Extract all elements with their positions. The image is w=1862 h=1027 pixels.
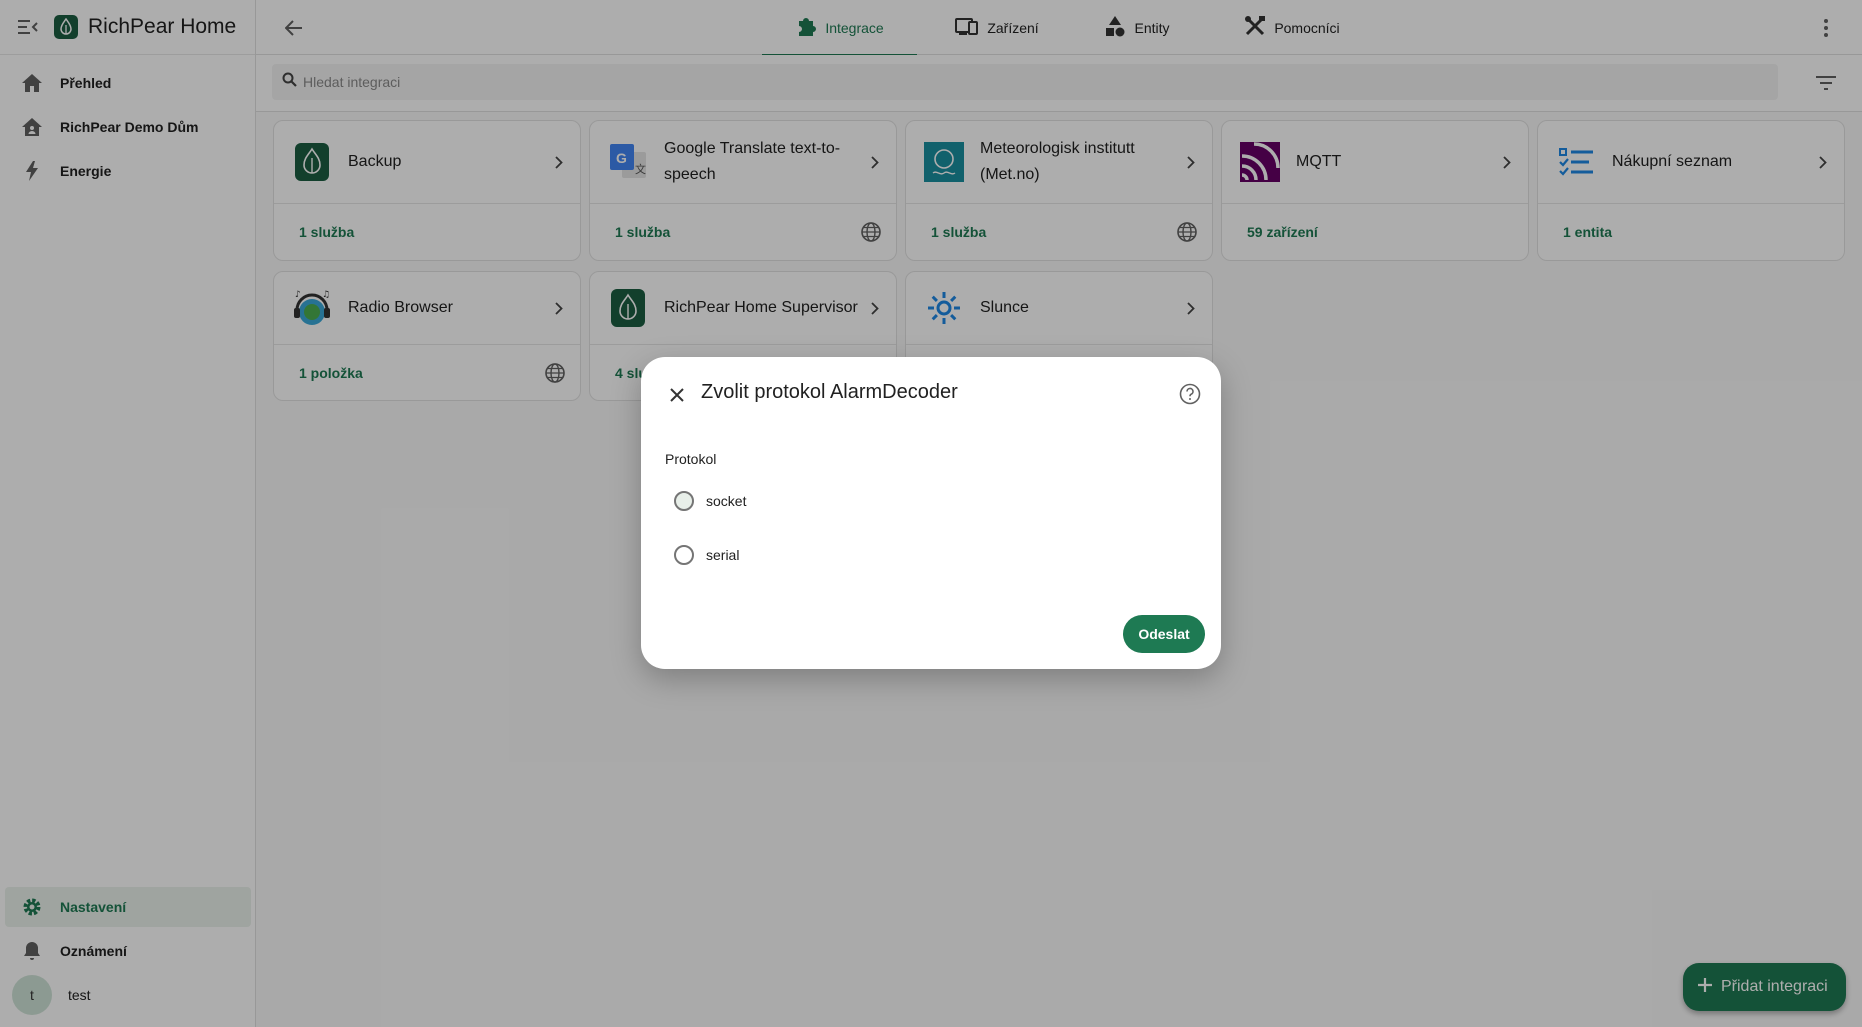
radio-socket[interactable]: [674, 491, 694, 511]
radio-option-serial[interactable]: serial: [674, 545, 739, 565]
protocol-label: Protokol: [665, 451, 717, 467]
help-icon[interactable]: [1175, 379, 1205, 409]
dialog-title: Zvolit protokol AlarmDecoder: [701, 381, 958, 403]
close-icon[interactable]: [661, 379, 693, 411]
radio-serial[interactable]: [674, 545, 694, 565]
protocol-dialog: Zvolit protokol AlarmDecoder Protokol so…: [641, 357, 1221, 669]
radio-option-socket[interactable]: socket: [674, 491, 746, 511]
radio-label-serial: serial: [706, 547, 740, 563]
submit-button[interactable]: Odeslat: [1123, 615, 1205, 653]
radio-label-socket: socket: [706, 493, 747, 509]
